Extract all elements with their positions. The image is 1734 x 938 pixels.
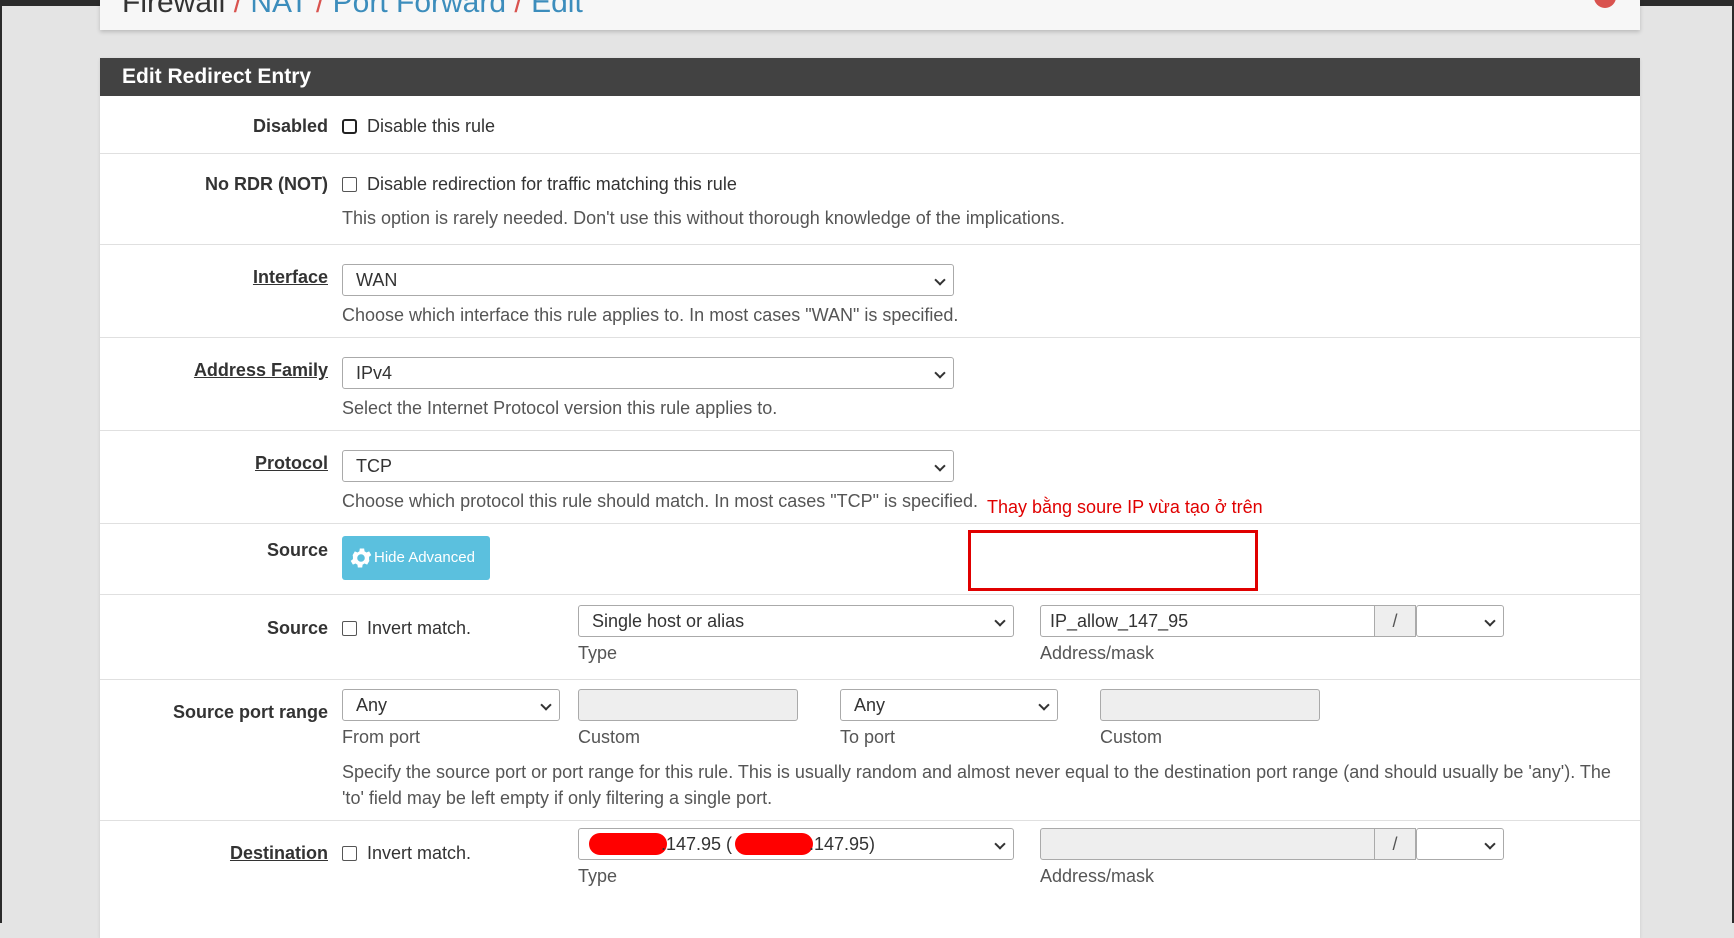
checkbox-icon[interactable] (342, 177, 357, 192)
address-family-row: Address Family IPv4 Select the Internet … (100, 338, 1640, 431)
protocol-help: Choose which protocol this rule should m… (342, 491, 979, 511)
source-from-custom-input[interactable] (578, 689, 798, 721)
interface-select-value: WAN (356, 270, 398, 290)
no-rdr-checkbox[interactable]: Disable redirection for traffic matching… (342, 174, 737, 195)
breadcrumb-edit[interactable]: Edit (531, 0, 583, 19)
source-address-input[interactable]: IP_allow_147_95 (1040, 605, 1384, 637)
source-mask-select[interactable] (1416, 605, 1504, 637)
source-type-value: Single host or alias (592, 611, 745, 631)
destination-address-caption: Address/mask (1040, 866, 1155, 886)
to-custom-caption: Custom (1100, 727, 1163, 747)
chevron-down-icon (994, 615, 1006, 627)
interface-row: Interface WAN Choose which interface thi… (100, 245, 1640, 338)
source-mask-separator: / (1374, 605, 1416, 637)
source-type-select[interactable]: Single host or alias (578, 605, 1014, 637)
from-port-caption: From port (342, 727, 421, 747)
disable-rule-label: Disable this rule (367, 116, 496, 136)
checkbox-icon[interactable] (342, 119, 357, 134)
address-family-select-value: IPv4 (356, 363, 393, 383)
no-rdr-label: No RDR (NOT) (205, 174, 328, 194)
redaction-mark (735, 833, 813, 855)
source-port-range-label: Source port range (172, 702, 328, 722)
source-type-caption: Type (578, 643, 618, 663)
source-to-port-value: Any (854, 695, 886, 715)
chevron-down-icon (1484, 838, 1496, 850)
breadcrumb-panel: Firewall / NAT / Port Forward / Edit (100, 0, 1640, 30)
destination-row: Destination Invert match. .147.95 ( .147… (100, 821, 1640, 938)
breadcrumb-port-forward[interactable]: Port Forward (333, 0, 506, 19)
destination-type-caption: Type (578, 866, 618, 886)
redaction-mark (589, 833, 667, 855)
source-invert-label: Invert match. (367, 618, 472, 638)
destination-mask-separator: / (1374, 828, 1416, 860)
source-label: Source (266, 618, 328, 638)
destination-mask-select[interactable] (1416, 828, 1504, 860)
protocol-select[interactable]: TCP (342, 450, 954, 482)
breadcrumb-separator: / (233, 0, 243, 19)
no-rdr-help: This option is rarely needed. Don't use … (342, 208, 1065, 228)
address-family-label[interactable]: Address Family (100, 360, 328, 381)
source-from-port-select[interactable]: Any (342, 689, 560, 721)
protocol-label[interactable]: Protocol (100, 453, 328, 474)
protocol-row: Protocol TCP Choose which protocol this … (100, 431, 1640, 524)
source-invert-checkbox[interactable]: Invert match. (342, 618, 471, 639)
breadcrumb-nat[interactable]: NAT (250, 0, 307, 19)
source-row: Source Invert match. Single host or alia… (100, 594, 1640, 680)
breadcrumb-separator: / (315, 0, 325, 19)
hide-advanced-button[interactable]: Hide Advanced (342, 536, 490, 580)
destination-label[interactable]: Destination (100, 843, 328, 864)
gear-icon (350, 548, 372, 568)
source-from-port-value: Any (356, 695, 388, 715)
disabled-label: Disabled (252, 116, 328, 136)
chevron-down-icon (1038, 699, 1050, 711)
disable-rule-checkbox[interactable]: Disable this rule (342, 116, 495, 137)
checkbox-icon[interactable] (342, 621, 357, 636)
chevron-down-icon (934, 274, 946, 286)
annotation-text: Thay bằng soure IP vừa tạo ở trên (987, 497, 1263, 517)
annotation-highlight-box (968, 530, 1258, 591)
chevron-down-icon (934, 367, 946, 379)
hide-advanced-label: Hide Advanced (374, 549, 475, 566)
source-port-range-help: Specify the source port or port range fo… (342, 762, 1611, 808)
interface-help: Choose which interface this rule applies… (342, 305, 959, 325)
chevron-down-icon (934, 460, 946, 472)
edit-redirect-panel: Edit Redirect Entry Disabled Disable thi… (100, 58, 1640, 938)
source-to-port-select[interactable]: Any (840, 689, 1058, 721)
destination-type-value-part2: .147.95) (809, 834, 876, 854)
chevron-down-icon (994, 838, 1006, 850)
chevron-down-icon (540, 699, 552, 711)
destination-invert-checkbox[interactable]: Invert match. (342, 843, 471, 864)
interface-select[interactable]: WAN (342, 264, 954, 296)
interface-label[interactable]: Interface (100, 267, 328, 288)
destination-address-input[interactable] (1040, 828, 1384, 860)
help-icon[interactable] (1594, 0, 1616, 8)
breadcrumb-separator: / (514, 0, 523, 19)
source-port-range-row: Source port range Any From port Custom A… (100, 680, 1640, 821)
no-rdr-row: No RDR (NOT) Disable redirection for tra… (100, 154, 1640, 245)
breadcrumb: Firewall / NAT / Port Forward / Edit (122, 0, 583, 20)
protocol-select-value: TCP (356, 456, 392, 476)
address-family-select[interactable]: IPv4 (342, 357, 954, 389)
from-custom-caption: Custom (578, 727, 641, 747)
source-advanced-label: Source (266, 540, 328, 560)
address-family-help: Select the Internet Protocol version thi… (342, 398, 778, 418)
destination-type-value-part1: .147.95 ( (661, 834, 733, 854)
source-advanced-row: Source Hide Advanced (100, 524, 1640, 594)
breadcrumb-firewall: Firewall (122, 0, 226, 19)
no-rdr-checkbox-label: Disable redirection for traffic matching… (367, 174, 737, 194)
window-left-edge (0, 0, 2, 923)
disabled-row: Disabled Disable this rule (100, 96, 1640, 154)
destination-type-select[interactable]: .147.95 ( .147.95) (578, 828, 1014, 860)
to-port-caption: To port (840, 727, 896, 747)
source-to-custom-input[interactable] (1100, 689, 1320, 721)
checkbox-icon[interactable] (342, 846, 357, 861)
source-address-caption: Address/mask (1040, 643, 1155, 663)
panel-title: Edit Redirect Entry (100, 58, 1640, 96)
destination-invert-label: Invert match. (367, 843, 472, 863)
chevron-down-icon (1484, 615, 1496, 627)
